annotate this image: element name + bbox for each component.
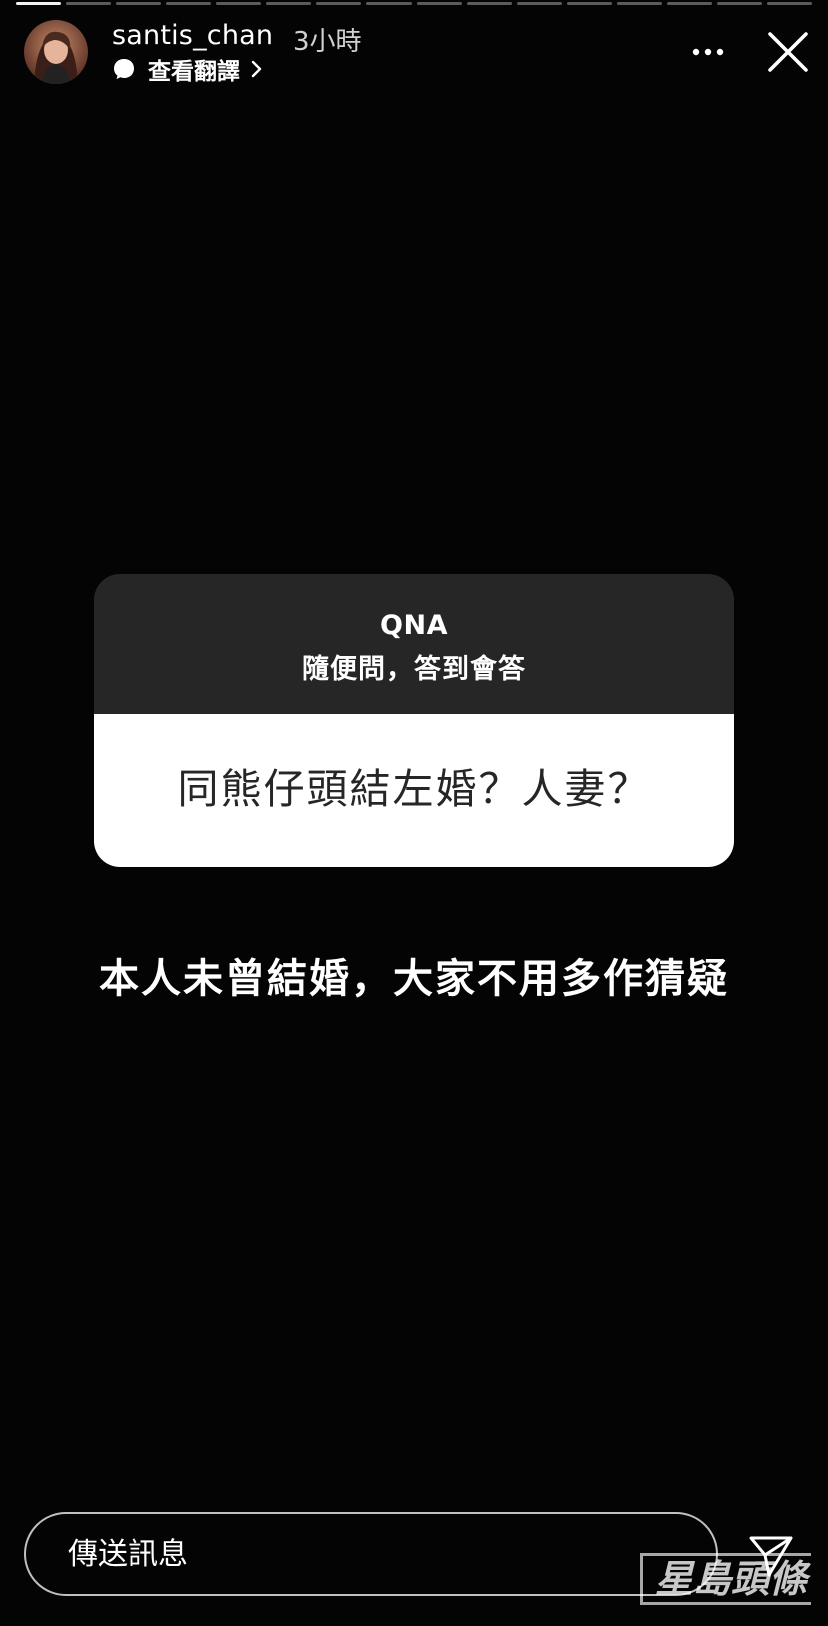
progress-segment [716, 2, 762, 5]
question-sticker-body: 同熊仔頭結左婚？人妻？ [94, 714, 734, 867]
progress-segment [316, 2, 362, 5]
progress-segment [766, 2, 812, 5]
see-translation-link[interactable]: 查看翻譯 [112, 54, 264, 85]
story-viewer[interactable]: santis_chan 3小時 查看翻譯 QNA 隨便問，答到會答 同熊仔頭結左… [0, 0, 828, 1626]
see-translation-label: 查看翻譯 [148, 59, 240, 85]
question-sticker-title: QNA [380, 610, 448, 641]
progress-segment [166, 2, 212, 5]
answer-caption: 本人未曾結婚，大家不用多作猜疑 [99, 956, 729, 1002]
progress-segment [516, 2, 562, 5]
chevron-right-icon [251, 60, 262, 78]
close-icon[interactable] [766, 30, 810, 74]
question-sticker-header: QNA 隨便問，答到會答 [94, 574, 734, 714]
send-message-input[interactable] [24, 1512, 718, 1596]
question-text: 同熊仔頭結左婚？人妻？ [177, 764, 651, 813]
progress-segment [366, 2, 412, 5]
progress-segment [266, 2, 312, 5]
avatar[interactable] [24, 20, 88, 84]
watermark-logo: 星島頭條 [640, 1553, 812, 1605]
story-progress-bar [16, 2, 812, 5]
chat-bubble-icon [114, 59, 134, 79]
username[interactable]: santis_chan [112, 20, 273, 51]
progress-segment [416, 2, 462, 5]
progress-segment [16, 2, 62, 5]
progress-segment [466, 2, 512, 5]
more-horizontal-icon[interactable] [690, 40, 726, 64]
post-time: 3小時 [293, 27, 362, 57]
progress-segment [66, 2, 112, 5]
question-sticker[interactable]: QNA 隨便問，答到會答 同熊仔頭結左婚？人妻？ [94, 574, 734, 867]
progress-segment [616, 2, 662, 5]
progress-segment [666, 2, 712, 5]
question-sticker-subtitle: 隨便問，答到會答 [302, 654, 526, 685]
progress-segment [216, 2, 262, 5]
progress-segment [566, 2, 612, 5]
progress-segment [116, 2, 162, 5]
